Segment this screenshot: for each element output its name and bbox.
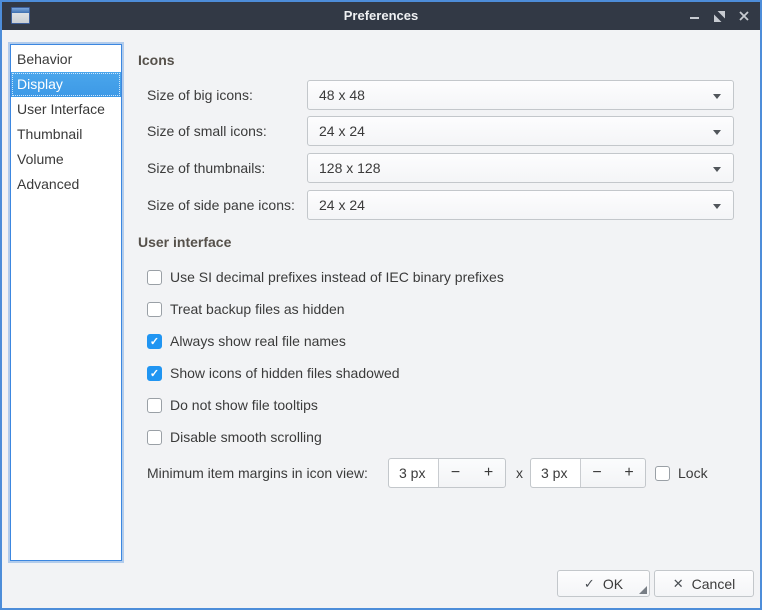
setting-row-big-icons: Size of big icons: 48 x 48 <box>147 80 731 110</box>
ok-button[interactable]: ✓ OK <box>557 570 650 597</box>
checkmark-icon: ✓ <box>148 367 161 380</box>
margins-x-separator: x <box>516 458 523 488</box>
setting-label: Size of big icons: <box>147 87 253 103</box>
sidebar-item-thumbnail[interactable]: Thumbnail <box>11 122 121 147</box>
checkbox-label[interactable]: Use SI decimal prefixes instead of IEC b… <box>170 269 504 285</box>
restore-icon <box>714 11 725 22</box>
increment-button[interactable]: + <box>472 459 505 487</box>
default-button-corner-indicator <box>639 586 647 594</box>
check-icon: ✓ <box>584 576 595 592</box>
chevron-down-icon <box>713 94 721 99</box>
lock-label[interactable]: Lock <box>678 465 708 481</box>
titlebar: Preferences <box>2 2 760 30</box>
checkbox-file-tooltips[interactable]: ✓ <box>147 398 162 413</box>
close-icon <box>739 11 749 21</box>
checkbox-label[interactable]: Do not show file tooltips <box>170 397 318 413</box>
combo-value: 48 x 48 <box>319 87 365 103</box>
preferences-window: Preferences Behavior Display User Interf… <box>0 0 762 610</box>
checkbox-smooth-scrolling[interactable]: ✓ <box>147 430 162 445</box>
checkmark-icon: ✓ <box>148 335 161 348</box>
combo-value: 24 x 24 <box>319 123 365 139</box>
item-margins-label: Minimum item margins in icon view: <box>147 465 368 481</box>
spinbox-value-field[interactable]: 3 px <box>531 459 581 487</box>
setting-row-thumbnails: Size of thumbnails: 128 x 128 <box>147 153 731 183</box>
combo-value: 24 x 24 <box>319 197 365 213</box>
checkbox-hidden-shadowed[interactable]: ✓ <box>147 366 162 381</box>
decrement-button[interactable]: − <box>581 459 613 487</box>
combo-thumbnail-size[interactable]: 128 x 128 <box>307 153 734 183</box>
sidebar-item-user-interface[interactable]: User Interface <box>11 97 121 122</box>
sidebar-item-behavior[interactable]: Behavior <box>11 47 121 72</box>
setting-label: Size of thumbnails: <box>147 160 265 176</box>
increment-button[interactable]: + <box>613 459 645 487</box>
checkbox-row-si-prefixes: ✓ Use SI decimal prefixes instead of IEC… <box>147 268 504 286</box>
lock-checkbox[interactable]: ✓ <box>655 466 670 481</box>
checkbox-row-hidden-shadowed: ✓ Show icons of hidden files shadowed <box>147 364 400 382</box>
checkbox-label[interactable]: Disable smooth scrolling <box>170 429 322 445</box>
section-header-user-interface: User interface <box>138 234 231 250</box>
titlebar-controls <box>686 2 752 30</box>
settings-category-list: Behavior Display User Interface Thumbnai… <box>10 44 122 561</box>
checkbox-label[interactable]: Always show real file names <box>170 333 346 349</box>
section-header-icons: Icons <box>138 52 175 68</box>
spinbox-value-field[interactable]: 3 px <box>389 459 439 487</box>
sidebar-item-volume[interactable]: Volume <box>11 147 121 172</box>
decrement-button[interactable]: − <box>439 459 472 487</box>
checkbox-real-file-names[interactable]: ✓ <box>147 334 162 349</box>
combo-value: 128 x 128 <box>319 160 381 176</box>
setting-row-small-icons: Size of small icons: 24 x 24 <box>147 116 731 146</box>
minimize-icon <box>690 17 699 19</box>
checkbox-backup-hidden[interactable]: ✓ <box>147 302 162 317</box>
chevron-down-icon <box>713 167 721 172</box>
window-title: Preferences <box>2 2 760 30</box>
item-margins-row: Minimum item margins in icon view: 3 px … <box>147 458 751 488</box>
checkbox-row-file-tooltips: ✓ Do not show file tooltips <box>147 396 318 414</box>
sidebar-item-display[interactable]: Display <box>11 72 121 97</box>
checkbox-row-smooth-scrolling: ✓ Disable smooth scrolling <box>147 428 322 446</box>
combo-side-pane-icon-size[interactable]: 24 x 24 <box>307 190 734 220</box>
setting-row-side-pane-icons: Size of side pane icons: 24 x 24 <box>147 190 731 220</box>
restore-button[interactable] <box>711 8 727 24</box>
checkbox-si-prefixes[interactable]: ✓ <box>147 270 162 285</box>
combo-big-icon-size[interactable]: 48 x 48 <box>307 80 734 110</box>
setting-label: Size of side pane icons: <box>147 197 295 213</box>
combo-small-icon-size[interactable]: 24 x 24 <box>307 116 734 146</box>
minimize-button[interactable] <box>686 8 702 24</box>
margin-vertical-spinbox: 3 px − + <box>530 458 646 488</box>
checkbox-row-backup-hidden: ✓ Treat backup files as hidden <box>147 300 345 318</box>
cancel-button-label: Cancel <box>692 576 736 592</box>
chevron-down-icon <box>713 204 721 209</box>
lock-checkbox-row: ✓ Lock <box>655 465 708 481</box>
setting-label: Size of small icons: <box>147 123 267 139</box>
sidebar-item-advanced[interactable]: Advanced <box>11 172 121 197</box>
close-icon: ✕ <box>673 576 684 592</box>
cancel-button[interactable]: ✕ Cancel <box>654 570 754 597</box>
ok-button-label: OK <box>603 576 623 592</box>
display-settings-panel: Icons Size of big icons: 48 x 48 Size of… <box>137 44 751 566</box>
checkbox-row-real-file-names: ✓ Always show real file names <box>147 332 346 350</box>
checkbox-label[interactable]: Show icons of hidden files shadowed <box>170 365 400 381</box>
margin-horizontal-spinbox: 3 px − + <box>388 458 506 488</box>
close-button[interactable] <box>736 8 752 24</box>
checkbox-label[interactable]: Treat backup files as hidden <box>170 301 345 317</box>
chevron-down-icon <box>713 130 721 135</box>
